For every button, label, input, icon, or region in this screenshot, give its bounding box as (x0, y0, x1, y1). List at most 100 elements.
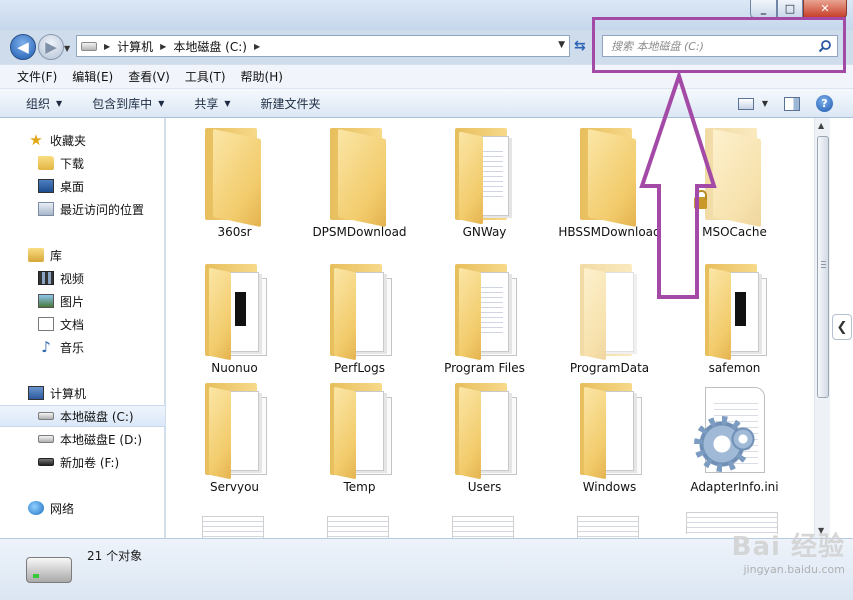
star-icon: ★ (29, 131, 43, 149)
nav-favorites[interactable]: ★ 收藏夹 (0, 129, 165, 151)
nav-label: 文档 (60, 317, 85, 332)
drive-icon (81, 41, 97, 51)
include-label: 包含到库中 (92, 96, 153, 111)
computer-icon (28, 386, 44, 400)
nav-videos[interactable]: 视频 (0, 267, 165, 289)
details-pane: 21 个对象 (0, 538, 853, 600)
menu-tools[interactable]: 工具(T) (185, 68, 226, 85)
recent-pages-dropdown[interactable]: ▼ (64, 44, 70, 53)
chevron-down-icon: ▼ (761, 99, 768, 108)
menu-help[interactable]: 帮助(H) (241, 68, 283, 85)
list-item[interactable]: Nuonuo (172, 264, 297, 377)
nav-computer[interactable]: 计算机 (0, 382, 165, 404)
item-label: DPSMDownload (312, 225, 407, 239)
refresh-button[interactable]: ⇆ (574, 38, 586, 54)
downloads-folder-icon (38, 156, 54, 170)
nav-label: 网络 (50, 501, 75, 516)
maximize-button[interactable]: □ (777, 0, 803, 18)
chevron-down-icon: ▼ (158, 98, 165, 108)
nav-downloads[interactable]: 下载 (0, 152, 165, 174)
settings-file-icon (695, 383, 775, 479)
share-button[interactable]: 共享 ▼ (194, 95, 230, 112)
list-item[interactable]: Users (422, 383, 547, 496)
item-label: MSOCache (702, 225, 767, 239)
nav-pictures[interactable]: 图片 (0, 290, 165, 312)
chevron-right-icon[interactable]: ▶ (254, 42, 260, 51)
list-item[interactable]: DPSMDownload (297, 128, 422, 241)
chevron-right-icon[interactable]: ▶ (104, 42, 110, 51)
vertical-scrollbar[interactable]: ▲ ▼ (814, 118, 830, 538)
breadcrumb-drive-c[interactable]: 本地磁盘 (C:) (173, 38, 247, 55)
menu-file[interactable]: 文件(F) (17, 68, 57, 85)
library-icon (28, 248, 44, 262)
nav-label: 桌面 (60, 179, 85, 194)
list-item[interactable]: ProgramData (547, 264, 672, 377)
recent-places-icon (38, 202, 54, 216)
refresh-icon: ⇆ (574, 38, 586, 54)
list-item[interactable] (452, 516, 514, 538)
list-item[interactable]: GNWay (422, 128, 547, 241)
nav-desktop[interactable]: 桌面 (0, 175, 165, 197)
scrollbar-thumb[interactable] (817, 136, 829, 398)
nav-label: 计算机 (50, 386, 87, 401)
watermark: Bai 经验 jingyan.baidu.com (732, 526, 845, 576)
address-dropdown[interactable]: ▼ (558, 40, 565, 50)
folder-icon (704, 264, 767, 361)
folder-icon (454, 264, 517, 361)
breadcrumb-computer[interactable]: 计算机 (117, 38, 153, 55)
desktop-icon (38, 179, 54, 193)
list-item[interactable]: Program Files (422, 264, 547, 377)
nav-label: 音乐 (60, 340, 85, 355)
chevron-right-icon[interactable]: ▶ (160, 42, 166, 51)
nav-label: 最近访问的位置 (60, 202, 145, 217)
menu-view[interactable]: 查看(V) (128, 68, 170, 85)
minimize-button[interactable]: _ (750, 0, 777, 18)
music-note-icon: ♪ (41, 338, 51, 356)
chevron-left-icon: ❮ (836, 319, 848, 335)
list-item[interactable]: 360sr (172, 128, 297, 241)
list-item[interactable]: Servyou (172, 383, 297, 496)
drive-icon (38, 412, 54, 420)
folder-icon (579, 264, 640, 361)
folder-icon (454, 128, 515, 225)
list-item[interactable] (327, 516, 389, 538)
network-icon (28, 501, 44, 515)
list-item[interactable]: Windows (547, 383, 672, 496)
close-button[interactable]: ✕ (803, 0, 847, 18)
address-bar[interactable]: ▶ 计算机 ▶ 本地磁盘 (C:) ▶ ▼ (76, 35, 570, 57)
list-item[interactable]: AdapterInfo.ini (672, 383, 797, 496)
preview-pane-icon[interactable] (784, 96, 800, 111)
scroll-up-icon[interactable]: ▲ (818, 121, 824, 130)
collapse-pane-button[interactable]: ❮ (832, 314, 852, 340)
list-item[interactable]: HBSSMDownload (547, 128, 672, 241)
nav-label: 收藏夹 (50, 133, 87, 148)
help-icon[interactable]: ? (816, 95, 833, 112)
list-item[interactable] (202, 516, 264, 538)
list-item[interactable]: MSOCache (672, 128, 797, 241)
item-label: ProgramData (569, 361, 650, 375)
folder-icon (329, 264, 392, 361)
new-folder-button[interactable]: 新建文件夹 (261, 95, 321, 112)
nav-network[interactable]: 网络 (0, 497, 165, 519)
list-item[interactable]: Temp (297, 383, 422, 496)
nav-documents[interactable]: 文档 (0, 313, 165, 335)
list-item[interactable]: PerfLogs (297, 264, 422, 377)
nav-drive-c[interactable]: 本地磁盘 (C:) (0, 405, 165, 427)
item-label: Users (467, 480, 502, 494)
watermark-url: jingyan.baidu.com (743, 563, 845, 576)
nav-drive-f[interactable]: 新加卷 (F:) (0, 451, 165, 473)
change-view-button[interactable]: ▼ (737, 97, 768, 110)
back-button[interactable]: ◀ (10, 34, 36, 60)
nav-libraries[interactable]: 库 (0, 244, 165, 266)
list-item[interactable]: safemon (672, 264, 797, 377)
nav-recent-places[interactable]: 最近访问的位置 (0, 198, 165, 220)
nav-drive-d[interactable]: 本地磁盘E (D:) (0, 428, 165, 450)
list-item[interactable] (577, 516, 639, 538)
include-in-library-button[interactable]: 包含到库中 ▼ (92, 95, 164, 112)
menu-edit[interactable]: 编辑(E) (72, 68, 113, 85)
drive-icon (38, 458, 54, 466)
nav-music[interactable]: ♪ 音乐 (0, 336, 165, 358)
forward-button[interactable]: ▶ (38, 34, 64, 60)
document-icon (38, 317, 54, 331)
organize-button[interactable]: 组织 ▼ (26, 95, 62, 112)
